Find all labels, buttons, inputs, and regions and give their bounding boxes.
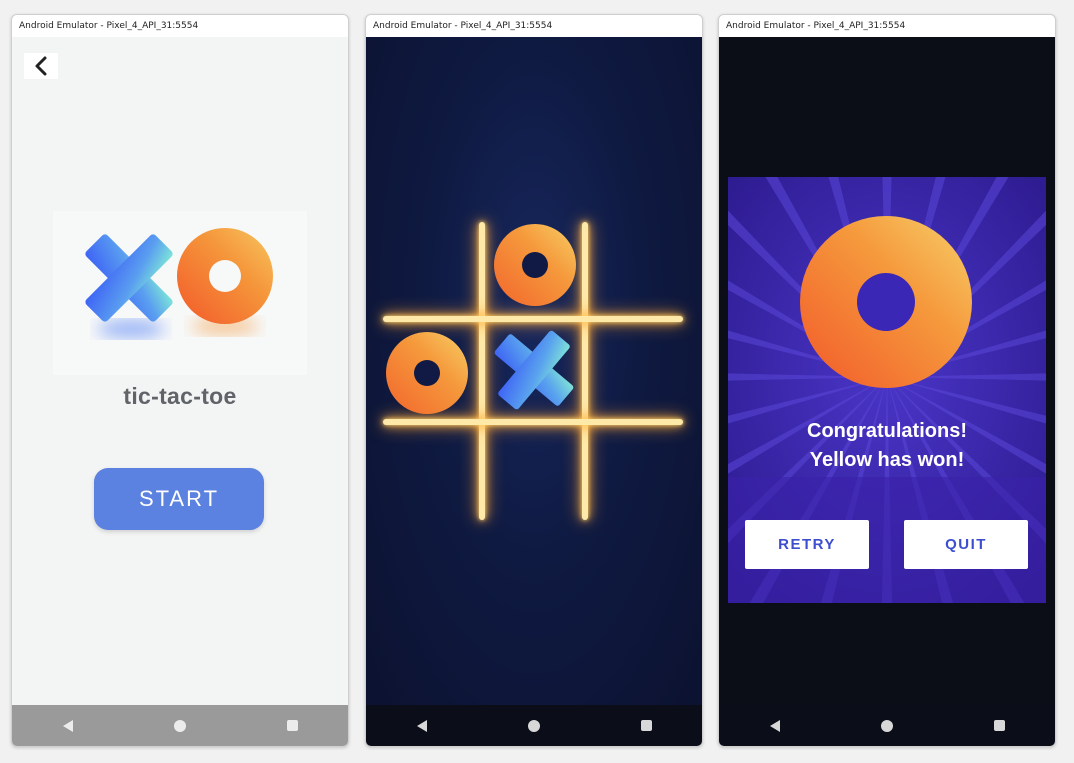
window-title: Android Emulator - Pixel_4_API_31:5554 bbox=[719, 15, 1055, 37]
board-cell-4-x[interactable] bbox=[475, 311, 593, 429]
winner-o-icon bbox=[800, 216, 972, 388]
window-title: Android Emulator - Pixel_4_API_31:5554 bbox=[12, 15, 348, 37]
android-nav-bar bbox=[366, 705, 702, 746]
android-nav-bar bbox=[719, 705, 1055, 746]
emulator-window-game: Android Emulator - Pixel_4_API_31:5554 bbox=[365, 14, 703, 747]
o-piece-icon bbox=[177, 228, 273, 324]
start-screen: tic-tac-toe START bbox=[12, 37, 348, 705]
win-dialog: Congratulations! Yellow has won! RETRY Q… bbox=[728, 177, 1046, 603]
congrats-message: Congratulations! Yellow has won! bbox=[728, 417, 1046, 475]
nav-home-icon[interactable] bbox=[173, 719, 186, 732]
nav-recents-icon[interactable] bbox=[640, 720, 652, 731]
congrats-line-2: Yellow has won! bbox=[809, 449, 965, 471]
congrats-line-1: Congratulations! bbox=[807, 420, 967, 442]
back-icon bbox=[35, 56, 47, 76]
app-logo bbox=[53, 211, 307, 375]
emulator-window-start: Android Emulator - Pixel_4_API_31:5554 t… bbox=[11, 14, 349, 747]
game-screen bbox=[366, 37, 702, 705]
start-button[interactable]: START bbox=[94, 468, 264, 530]
nav-home-icon[interactable] bbox=[880, 719, 893, 732]
x-piece-icon bbox=[494, 330, 574, 410]
back-button[interactable] bbox=[24, 53, 58, 79]
board-pieces bbox=[386, 224, 593, 429]
nav-back-icon[interactable] bbox=[416, 719, 427, 732]
app-title: tic-tac-toe bbox=[123, 383, 237, 409]
x-shadow bbox=[97, 320, 165, 338]
nav-home-icon[interactable] bbox=[527, 719, 540, 732]
android-nav-bar bbox=[12, 705, 348, 746]
retry-button[interactable]: RETRY bbox=[745, 520, 869, 569]
nav-back-icon[interactable] bbox=[769, 719, 780, 732]
board-cell-1-o[interactable] bbox=[494, 224, 576, 306]
nav-recents-icon[interactable] bbox=[286, 720, 298, 731]
emulator-window-result: Android Emulator - Pixel_4_API_31:5554 C… bbox=[718, 14, 1056, 747]
nav-back-icon[interactable] bbox=[62, 719, 73, 732]
board-cell-3-o[interactable] bbox=[386, 332, 468, 414]
result-screen: Congratulations! Yellow has won! RETRY Q… bbox=[719, 37, 1055, 705]
window-title: Android Emulator - Pixel_4_API_31:5554 bbox=[366, 15, 702, 37]
quit-button[interactable]: QUIT bbox=[904, 520, 1028, 569]
nav-recents-icon[interactable] bbox=[993, 720, 1005, 731]
